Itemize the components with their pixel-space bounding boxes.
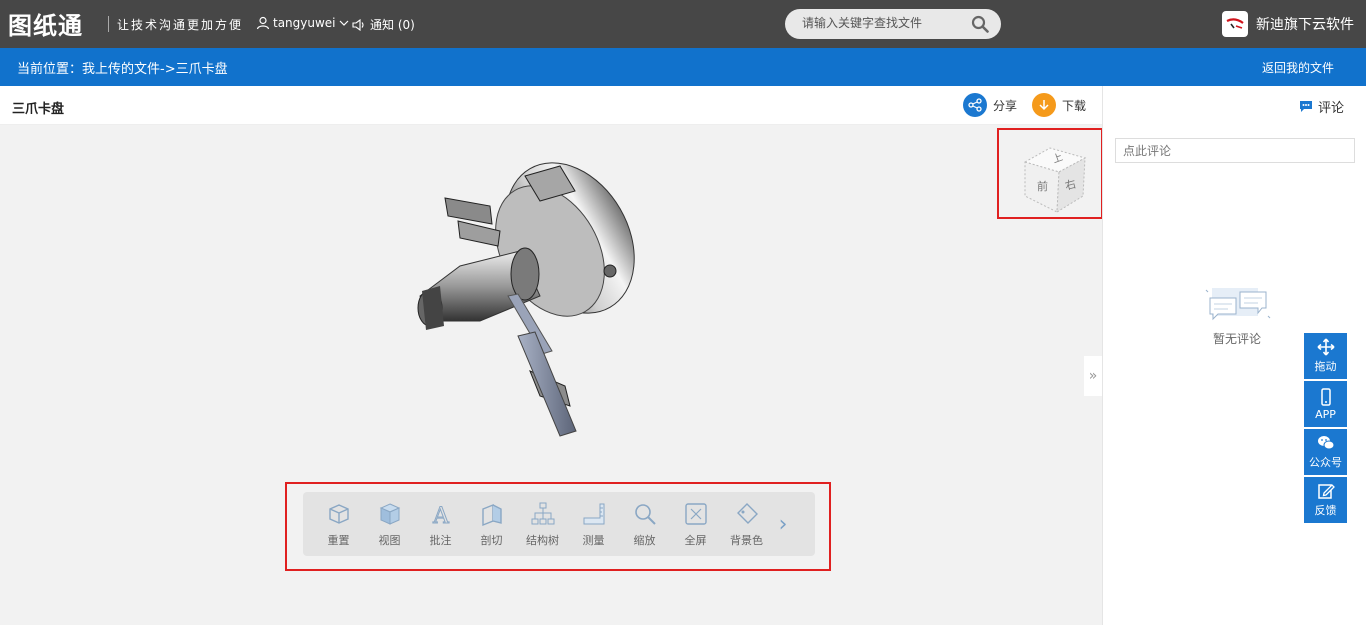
tool-label: 全屏 [684,534,707,547]
tool-label: 背景色 [730,534,763,547]
wechat-button[interactable]: 公众号 [1304,429,1347,475]
search-box [785,9,1001,39]
user-icon [256,16,270,30]
tool-tree[interactable]: 结构树 [517,500,568,548]
tool-view[interactable]: 视图 [364,500,415,548]
chevron-down-icon [339,20,348,26]
download-icon [1032,93,1056,117]
move-icon [1316,338,1335,356]
reset-icon [328,504,349,524]
model-viewer[interactable]: 三爪卡盘 分享 下载 上 前 右 » 重置 视图 A 批注 剖切 结构树 测量 … [0,86,1103,625]
speaker-icon [352,18,364,31]
zoom-icon [634,504,656,525]
comment-icon [1299,101,1312,112]
breadcrumb-bar: 当前位置：我上传的文件->三爪卡盘 返回我的文件 [0,48,1366,86]
share-icon [963,93,987,117]
viewer-header: 三爪卡盘 分享 下载 [0,86,1102,125]
tool-bgcolor[interactable]: 背景色 [721,500,772,548]
search-icon[interactable] [971,15,989,33]
cube-face-front: 前 [1037,179,1048,193]
tool-label: 结构树 [526,534,559,547]
wechat-icon [1317,436,1334,450]
feedback-button[interactable]: 反馈 [1304,477,1347,523]
comment-input[interactable] [1115,138,1355,163]
breadcrumb[interactable]: 当前位置：我上传的文件->三爪卡盘 [17,58,228,77]
tool-section[interactable]: 剖切 [466,500,517,548]
tool-reset[interactable]: 重置 [313,500,364,548]
floating-side-bar: 拖动 APP 公众号 反馈 [1304,333,1347,525]
back-to-files-link[interactable]: 返回我的文件 [1262,59,1334,76]
move-label: 拖动 [1314,360,1337,373]
tool-label: 测量 [582,534,605,547]
collapse-panel-button[interactable]: » [1084,356,1102,396]
wechat-label: 公众号 [1309,456,1342,469]
chuck-model[interactable] [400,146,640,451]
fullscreen-icon [684,503,707,525]
tool-measure[interactable]: 测量 [568,500,619,548]
logo-text: 图纸通 [8,10,83,40]
slogan: 让技术沟通更加方便 [117,18,244,32]
tree-icon [531,502,554,525]
notification-label: 通知 (0) [370,18,415,32]
svg-text:A: A [432,504,450,528]
bgcolor-icon [736,503,758,524]
user-menu[interactable]: tangyuwei [256,16,349,30]
app-button[interactable]: APP [1304,381,1347,427]
empty-comments-label: 暂无评论 [1212,332,1261,346]
measure-icon [583,503,604,525]
tool-label: 缩放 [633,534,656,547]
brand-link[interactable]: 新迪旗下云软件 [1222,11,1354,37]
divider [108,16,109,32]
logo[interactable]: 图纸通 [8,8,83,40]
toolbar-highlight: 重置 视图 A 批注 剖切 结构树 测量 缩放 全屏 背景色 › [285,482,831,571]
view-cube-highlight: 上 前 右 [997,128,1103,219]
top-bar: 图纸通 让技术沟通更加方便 tangyuwei 通知 (0) 新迪旗下云软件 [0,0,1366,48]
toolbar-next-button[interactable]: › [772,504,794,544]
search-input[interactable] [802,16,962,30]
share-button[interactable]: 分享 [963,93,1017,117]
tool-label: 批注 [429,534,452,547]
comment-tab[interactable]: 评论 [1299,97,1344,116]
tool-label: 视图 [378,534,401,547]
app-label: APP [1315,407,1336,421]
tool-label: 剖切 [480,534,503,547]
share-label: 分享 [993,98,1018,113]
phone-icon [1320,387,1331,406]
empty-comments: 暂无评论 [1199,286,1275,347]
download-label: 下载 [1062,98,1087,113]
file-title: 三爪卡盘 [12,102,65,117]
download-button[interactable]: 下载 [1032,93,1086,117]
viewer-toolbar: 重置 视图 A 批注 剖切 结构树 测量 缩放 全屏 背景色 › [303,492,815,556]
comment-tab-label: 评论 [1317,101,1344,116]
view-cube-icon [379,503,400,525]
username: tangyuwei [273,16,336,30]
empty-chat-icon [1205,288,1271,321]
feedback-icon [1317,484,1335,499]
tool-fullscreen[interactable]: 全屏 [670,500,721,548]
brand-name: 新迪旗下云软件 [1256,17,1354,33]
view-cube[interactable]: 上 前 右 [999,130,1101,217]
chevron-right-icon: › [778,511,788,537]
brand-logo-icon [1222,11,1248,37]
move-button[interactable]: 拖动 [1304,333,1347,379]
section-icon [481,503,502,527]
double-chevron-right-icon: » [1088,368,1098,384]
tool-annotate[interactable]: A 批注 [415,500,466,548]
annotate-icon: A [431,504,450,529]
tool-zoom[interactable]: 缩放 [619,500,670,548]
notification-button[interactable]: 通知 (0) [352,16,415,33]
tool-label: 重置 [327,534,350,547]
feedback-label: 反馈 [1314,504,1337,517]
